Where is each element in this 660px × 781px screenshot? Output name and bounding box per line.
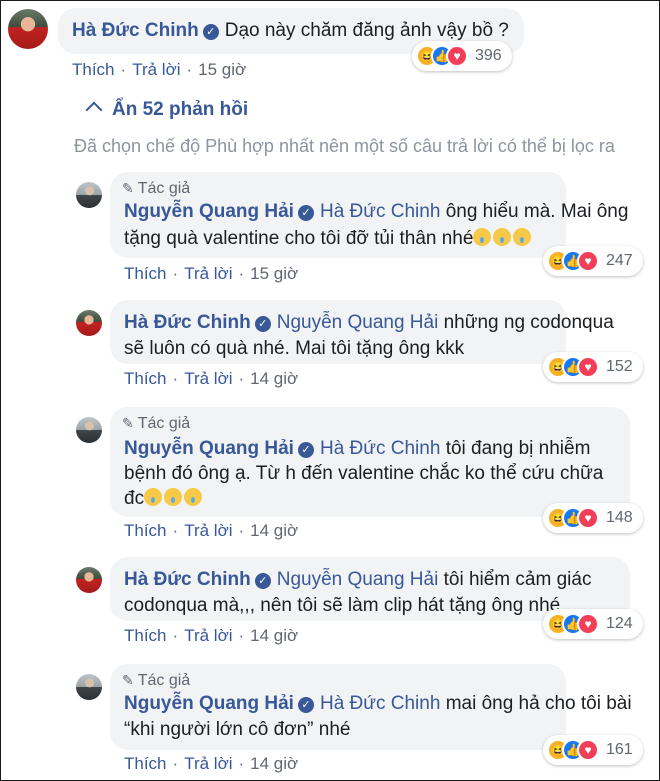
avatar[interactable] [8, 9, 48, 49]
comment-time[interactable]: 15 giờ [198, 60, 246, 79]
reply-button[interactable]: Trả lời [132, 60, 180, 79]
avatar[interactable] [76, 310, 102, 336]
love-icon: ♥ [577, 613, 599, 635]
avatar[interactable] [76, 674, 102, 700]
verified-check-icon: ✓ [202, 24, 219, 40]
reaction-summary[interactable]: 😆 👍 ♥ 148 [543, 503, 643, 533]
reply-button[interactable]: Trả lời [184, 521, 232, 540]
reply-author[interactable]: Nguyễn Quang Hải [124, 438, 294, 459]
like-button[interactable]: Thích [124, 626, 167, 645]
reply-time[interactable]: 14 giờ [250, 626, 298, 645]
comment-actions: Thích · Trả lời · 15 giờ [72, 60, 247, 79]
like-button[interactable]: Thích [124, 369, 167, 388]
like-button[interactable]: Thích [124, 521, 167, 540]
avatar[interactable] [76, 417, 102, 443]
reply-button[interactable]: Trả lời [184, 626, 232, 645]
author-badge: ✎ Tác giả [122, 180, 191, 197]
mention-link[interactable]: Hà Đức Chinh [320, 693, 440, 714]
love-icon: ♥ [577, 507, 599, 529]
pencil-icon: ✎ [122, 415, 134, 431]
reply-text: mai ông hả cho tôi bài [445, 693, 632, 714]
comment-author[interactable]: Hà Đức Chinh [72, 20, 199, 41]
reply-text: đc [124, 488, 145, 509]
reaction-summary[interactable]: 😆 👍 ♥ 152 [543, 352, 643, 382]
mention-link[interactable]: Hà Đức Chinh [320, 438, 440, 459]
reaction-count: 124 [606, 615, 633, 632]
avatar[interactable] [76, 567, 102, 593]
reply-actions: Thích · Trả lời · 14 giờ [124, 626, 299, 645]
like-button[interactable]: Thích [72, 60, 115, 79]
reply-bubble: ✎ Tác giả Nguyễn Quang Hải ✓ Hà Đức Chinh ô… [110, 172, 628, 258]
love-icon: ♥ [577, 250, 599, 272]
reply-text: tặng quà valentine cho tôi đỡ tủi thân n… [124, 228, 474, 249]
reply-button[interactable]: Trả lời [184, 369, 232, 388]
sad-tear-emoji-icon [164, 488, 183, 506]
reaction-count: 247 [606, 252, 633, 269]
verified-check-icon: ✓ [297, 697, 314, 713]
reply-actions: Thích · Trả lời · 15 giờ [124, 264, 299, 283]
pencil-icon: ✎ [122, 180, 134, 196]
reply-actions: Thích · Trả lời · 14 giờ [124, 754, 299, 773]
filter-notice: Đã chọn chế độ Phù hợp nhất nên một số c… [74, 136, 615, 156]
reply-time[interactable]: 14 giờ [250, 754, 298, 773]
love-icon: ♥ [577, 739, 599, 761]
hide-replies-label: Ẩn 52 phản hồi [112, 99, 249, 120]
reply-time[interactable]: 14 giờ [250, 521, 298, 540]
sad-tear-emoji-icon [184, 488, 203, 506]
reply-button[interactable]: Trả lời [184, 264, 232, 283]
sad-tear-emoji-icon [144, 488, 163, 506]
reply-bubble: ✎ Tác giả Nguyễn Quang Hải ✓ Hà Đức Chinh t… [110, 407, 630, 517]
verified-check-icon: ✓ [297, 205, 314, 221]
author-badge: ✎ Tác giả [122, 415, 191, 432]
reply-text: sẽ luôn có quà nhé. Mai tôi tặng ông kkk [124, 338, 465, 359]
reaction-count: 161 [606, 741, 633, 758]
hide-replies-link[interactable]: Ẩn 52 phản hồi [84, 99, 248, 121]
reply-text: tôi đang bị nhiễm [445, 438, 591, 459]
reaction-count: 148 [606, 509, 633, 526]
sad-tear-emoji-icon [473, 228, 492, 246]
pencil-icon: ✎ [122, 672, 134, 688]
verified-check-icon: ✓ [254, 316, 271, 332]
chevron-up-icon [85, 101, 103, 119]
reply-time[interactable]: 15 giờ [250, 264, 298, 283]
love-icon: ♥ [577, 356, 599, 378]
reply-text: tôi hiểm cảm giác [443, 569, 592, 590]
reply-author[interactable]: Hà Đức Chinh [124, 569, 251, 590]
reply-author[interactable]: Nguyễn Quang Hải [124, 201, 294, 222]
reply-text: bệnh đó ông ạ. Từ h đến valentine chắc k… [124, 463, 604, 484]
verified-check-icon: ✓ [297, 442, 314, 458]
reaction-count: 396 [475, 47, 502, 64]
reply-actions: Thích · Trả lời · 14 giờ [124, 521, 299, 540]
reply-time[interactable]: 14 giờ [250, 369, 298, 388]
reply-author[interactable]: Hà Đức Chinh [124, 312, 251, 333]
sad-tear-emoji-icon [493, 228, 512, 246]
avatar[interactable] [76, 182, 102, 208]
reply-text: những ng codonqua [443, 312, 614, 333]
reply-actions: Thích · Trả lời · 14 giờ [124, 369, 299, 388]
reply-button[interactable]: Trả lời [184, 754, 232, 773]
like-button[interactable]: Thích [124, 264, 167, 283]
author-badge: ✎ Tác giả [122, 672, 191, 689]
reaction-summary[interactable]: 😆 👍 ♥ 396 [412, 41, 512, 71]
reply-bubble: ✎ Tác giả Nguyễn Quang Hải ✓ Hà Đức Chinh m… [110, 664, 632, 750]
reply-author[interactable]: Nguyễn Quang Hải [124, 693, 294, 714]
comment-text: Dạo này chăm đăng ảnh vậy bồ ? [224, 20, 509, 41]
reply-text: “khi người lớn cô đơn” nhé [124, 719, 351, 740]
reaction-summary[interactable]: 😆 👍 ♥ 161 [543, 735, 643, 765]
mention-link[interactable]: Hà Đức Chinh [320, 201, 440, 222]
like-button[interactable]: Thích [124, 754, 167, 773]
verified-check-icon: ✓ [254, 573, 271, 589]
reaction-count: 152 [606, 358, 633, 375]
reaction-summary[interactable]: 😆 👍 ♥ 247 [543, 246, 643, 276]
mention-link[interactable]: Nguyễn Quang Hải [277, 569, 439, 590]
reaction-summary[interactable]: 😆 👍 ♥ 124 [543, 609, 643, 639]
reply-bubble: Hà Đức Chinh ✓ Nguyễn Quang Hải những ng c… [110, 300, 614, 364]
reply-text: codonqua mà,,, nên tôi sẽ làm clip hát t… [124, 595, 561, 616]
love-icon: ♥ [446, 45, 468, 67]
reply-text: ông hiểu mà. Mai ông [445, 201, 629, 222]
mention-link[interactable]: Nguyễn Quang Hải [277, 312, 439, 333]
sad-tear-emoji-icon [513, 228, 532, 246]
